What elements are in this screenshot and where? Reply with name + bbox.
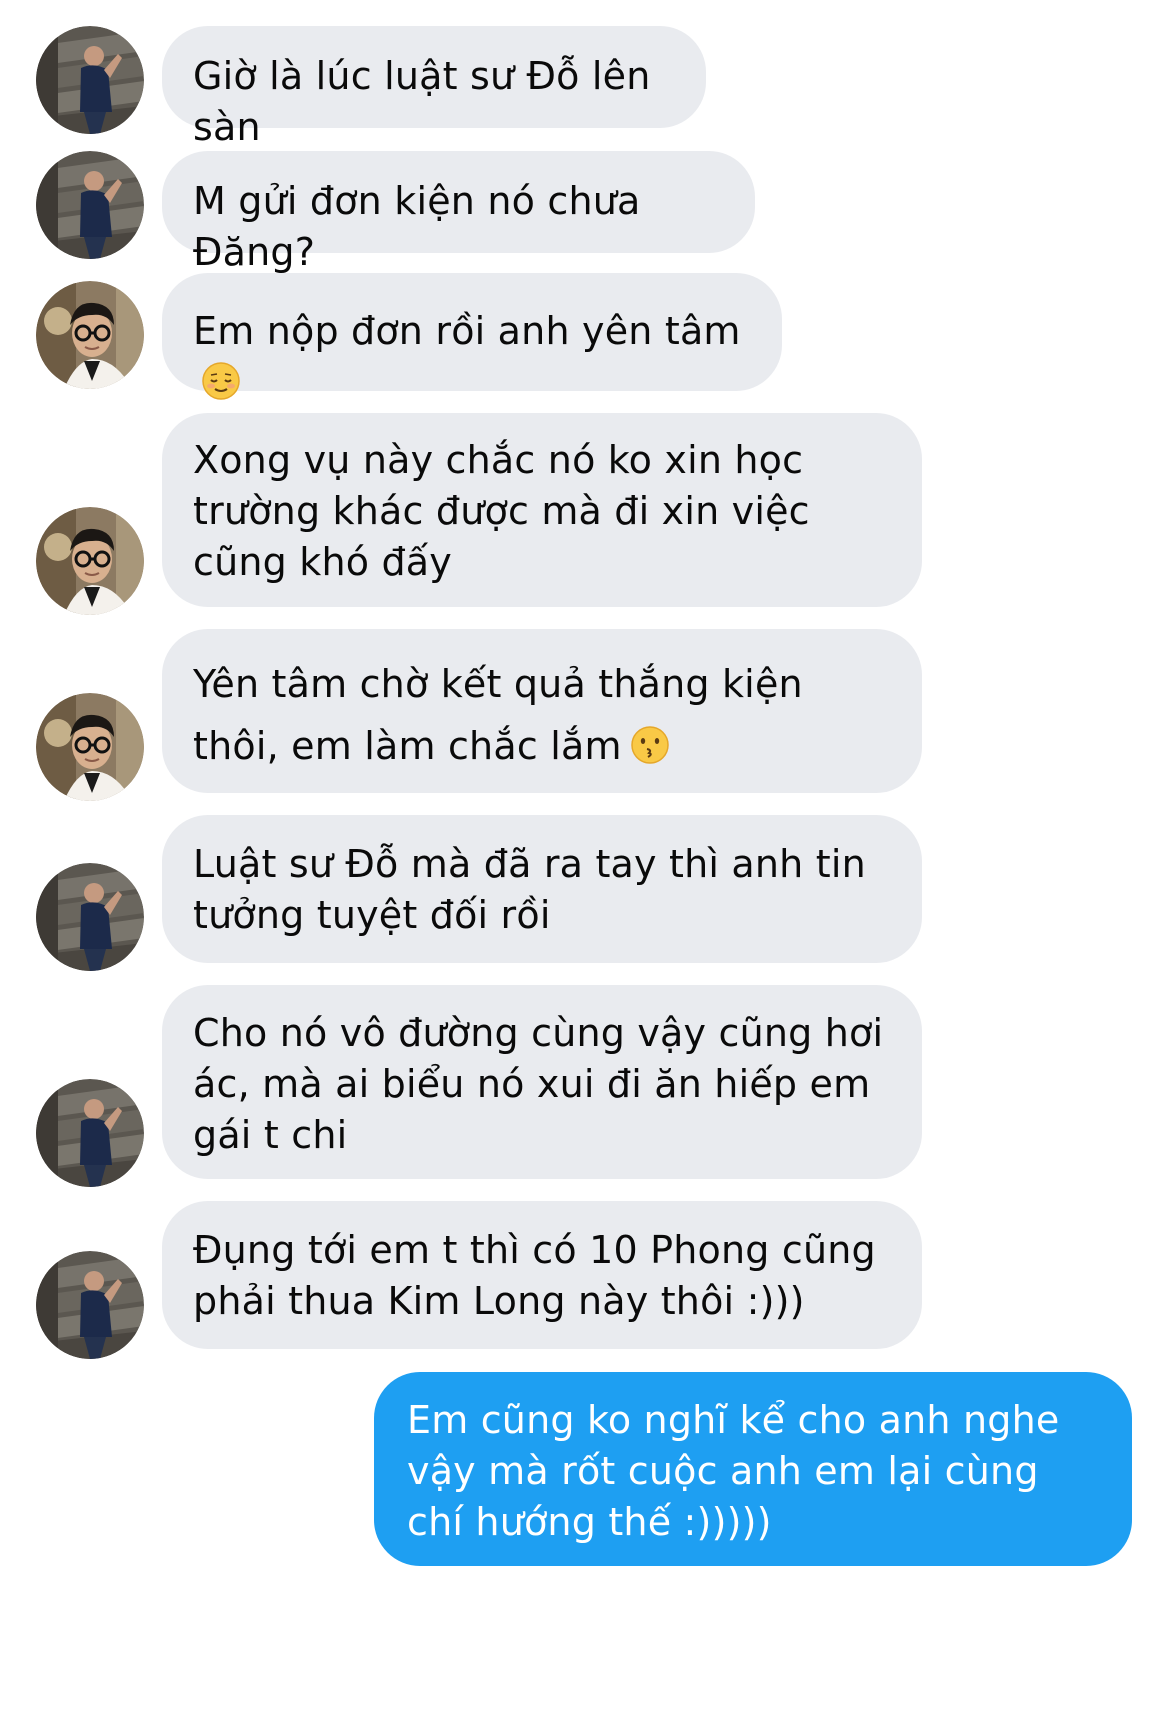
avatar-kimlong[interactable] xyxy=(36,151,144,259)
message-bubble[interactable]: Yên tâm chờ kết quả thắng kiện thôi, em … xyxy=(162,629,922,793)
avatar-kimlong-image xyxy=(36,151,144,259)
message-row-outgoing: Em cũng ko nghĩ kể cho anh nghe vậy mà r… xyxy=(0,1372,1170,1566)
avatar-dang[interactable] xyxy=(36,693,144,801)
message-row: Đụng tới em t thì có 10 Phong cũng phải … xyxy=(0,1201,1170,1359)
avatar-kimlong[interactable] xyxy=(36,1079,144,1187)
avatar-kimlong-image xyxy=(36,1251,144,1359)
avatar-dang-image xyxy=(36,693,144,801)
message-bubble[interactable]: Giờ là lúc luật sư Đỗ lên sàn xyxy=(162,26,706,149)
message-text: Yên tâm chờ kết quả thắng kiện thôi, em … xyxy=(193,662,803,768)
message-text: Xong vụ này chắc nó ko xin học trường kh… xyxy=(193,438,810,584)
message-row: Luật sư Đỗ mà đã ra tay thì anh tin tưởn… xyxy=(0,815,1170,971)
message-text: Đụng tới em t thì có 10 Phong cũng phải … xyxy=(193,1228,876,1323)
message-text: Giờ là lúc luật sư Đỗ lên sàn xyxy=(193,54,651,149)
message-text-wrap: Em nộp đơn rồi anh yên tâm xyxy=(193,306,748,408)
message-row: Yên tâm chờ kết quả thắng kiện thôi, em … xyxy=(0,629,1170,801)
avatar-kimlong[interactable] xyxy=(36,26,144,134)
message-bubble-outgoing[interactable]: Em cũng ko nghĩ kể cho anh nghe vậy mà r… xyxy=(374,1372,1132,1566)
message-row: Xong vụ này chắc nó ko xin học trường kh… xyxy=(0,413,1170,615)
avatar-dang[interactable] xyxy=(36,507,144,615)
message-bubble[interactable]: Đụng tới em t thì có 10 Phong cũng phải … xyxy=(162,1201,922,1349)
avatar-dang-image xyxy=(36,507,144,615)
kissing-face-emoji xyxy=(630,725,670,765)
avatar-dang-image xyxy=(36,281,144,389)
relieved-face-emoji xyxy=(201,361,241,401)
avatar-kimlong[interactable] xyxy=(36,1251,144,1359)
avatar-kimlong-image xyxy=(36,26,144,134)
message-row: Em nộp đơn rồi anh yên tâm xyxy=(0,273,1170,400)
message-text-outgoing: Em cũng ko nghĩ kể cho anh nghe vậy mà r… xyxy=(407,1398,1060,1544)
message-text: M gửi đơn kiện nó chưa Đăng? xyxy=(193,179,641,274)
message-row: M gửi đơn kiện nó chưa Đăng? xyxy=(0,151,1170,274)
avatar-dang[interactable] xyxy=(36,281,144,389)
message-text: Cho nó vô đường cùng vậy cũng hơi ác, mà… xyxy=(193,1011,884,1157)
message-bubble[interactable]: M gửi đơn kiện nó chưa Đăng? xyxy=(162,151,755,274)
message-bubble[interactable]: Em nộp đơn rồi anh yên tâm xyxy=(162,273,782,400)
message-text: Luật sư Đỗ mà đã ra tay thì anh tin tưởn… xyxy=(193,842,866,937)
avatar-kimlong-image xyxy=(36,863,144,971)
message-bubble[interactable]: Luật sư Đỗ mà đã ra tay thì anh tin tưởn… xyxy=(162,815,922,963)
message-row: Cho nó vô đường cùng vậy cũng hơi ác, mà… xyxy=(0,985,1170,1187)
message-text: Em nộp đơn rồi anh yên tâm xyxy=(193,309,741,353)
avatar-kimlong-image xyxy=(36,1079,144,1187)
avatar-kimlong[interactable] xyxy=(36,863,144,971)
message-row: Giờ là lúc luật sư Đỗ lên sàn xyxy=(0,26,1170,149)
message-bubble[interactable]: Xong vụ này chắc nó ko xin học trường kh… xyxy=(162,413,922,607)
message-bubble[interactable]: Cho nó vô đường cùng vậy cũng hơi ác, mà… xyxy=(162,985,922,1179)
message-text-wrap: Yên tâm chờ kết quả thắng kiện thôi, em … xyxy=(193,653,813,777)
